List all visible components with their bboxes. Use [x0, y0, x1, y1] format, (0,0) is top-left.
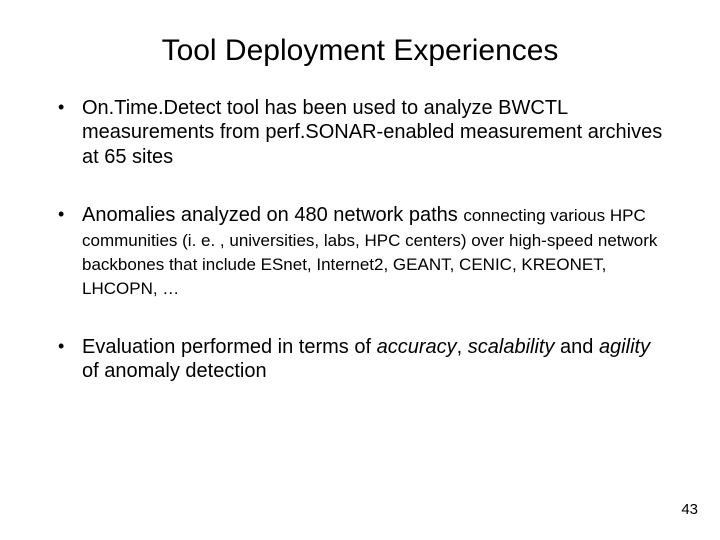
list-item: On.Time.Detect tool has been used to ana… [48, 96, 672, 169]
bullet-text-post: of anomaly detection [82, 360, 267, 382]
list-item: Evaluation performed in terms of accurac… [48, 335, 672, 384]
slide: Tool Deployment Experiences On.Time.Dete… [0, 0, 720, 540]
emphasis: agility [599, 336, 650, 358]
emphasis: accuracy [377, 336, 457, 358]
list-item: Anomalies analyzed on 480 network paths … [48, 203, 672, 301]
bullet-text-mid: and [554, 336, 598, 358]
emphasis: scalability [468, 336, 555, 358]
bullet-text: Anomalies analyzed on 480 network paths [82, 204, 463, 226]
bullet-text: On.Time.Detect tool has been used to ana… [82, 97, 662, 168]
bullet-list: On.Time.Detect tool has been used to ana… [48, 96, 672, 384]
bullet-text-pre: Evaluation performed in terms of [82, 336, 377, 358]
page-number: 43 [681, 501, 698, 518]
page-title: Tool Deployment Experiences [48, 34, 672, 68]
bullet-text-mid: , [457, 336, 468, 358]
